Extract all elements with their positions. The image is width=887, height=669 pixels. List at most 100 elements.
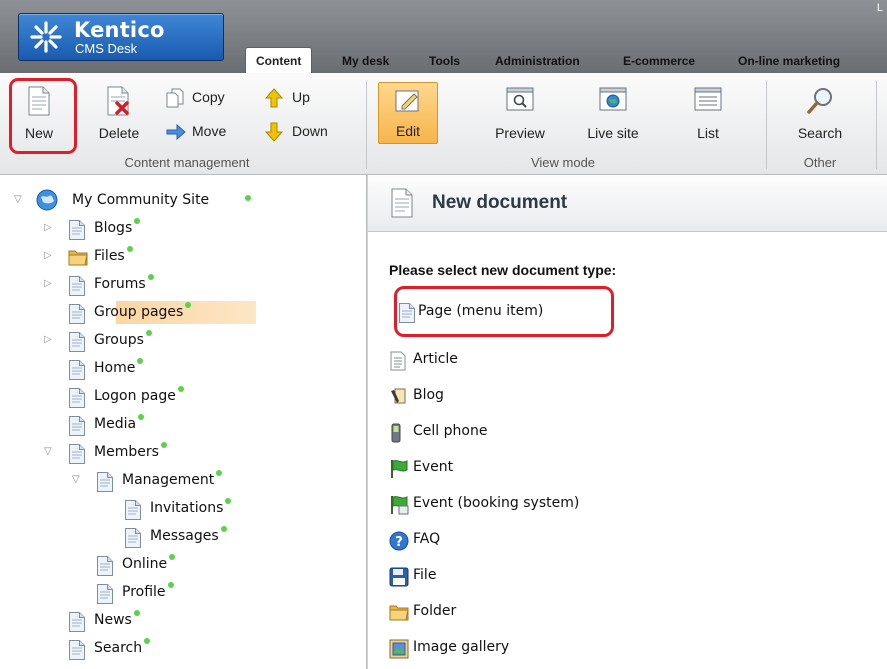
- status-dot: [147, 274, 154, 280]
- preview-icon: [506, 87, 534, 111]
- status-dot: [144, 638, 151, 644]
- live-site-mode-button[interactable]: Live site: [576, 81, 650, 145]
- list-icon: [694, 87, 722, 111]
- tab-on-line-marketing[interactable]: On-line marketing: [738, 49, 840, 73]
- expand-arrow-icon[interactable]: ▷: [44, 278, 52, 289]
- tree-node-label: Invitations: [150, 497, 232, 519]
- panel-title: New document: [432, 192, 568, 213]
- tree-node-label: Group pages: [94, 301, 192, 323]
- arrow-down-icon: [265, 122, 283, 142]
- new-button-highlight: [9, 78, 77, 154]
- top-bar: Kentico CMS Desk L Content My desk Tools…: [0, 0, 887, 75]
- doc-type-label: File: [413, 567, 437, 583]
- status-dot: [133, 610, 140, 616]
- tab-e-commerce[interactable]: E-commerce: [623, 49, 695, 73]
- page-icon: [96, 584, 114, 611]
- arrow-up-icon: [265, 88, 283, 108]
- live-site-label: Live site: [587, 125, 639, 141]
- page-icon: [68, 304, 86, 331]
- page-icon: [124, 500, 142, 527]
- tree-node-label: Logon page: [94, 385, 184, 407]
- list-mode-button[interactable]: List: [680, 81, 736, 145]
- tree-node-label: Groups: [94, 329, 152, 351]
- page-icon: [68, 220, 86, 247]
- collapse-arrow-icon[interactable]: ▽: [44, 446, 52, 457]
- list-label: List: [697, 125, 719, 141]
- corner-link[interactable]: L: [877, 2, 883, 14]
- tab-administration[interactable]: Administration: [495, 49, 580, 73]
- tree-node-label: Management: [122, 469, 223, 491]
- preview-mode-button[interactable]: Preview: [486, 81, 554, 145]
- status-dot: [245, 195, 251, 201]
- tree-node-label: Search: [94, 637, 151, 659]
- up-button[interactable]: Up: [265, 86, 325, 108]
- tree-node-label: Online: [122, 553, 176, 575]
- page-icon: [124, 528, 142, 555]
- page-icon: [68, 360, 86, 387]
- content-management-group-label: Content management: [124, 155, 250, 170]
- tree-node-label: Files: [94, 245, 133, 267]
- tree-node-label: News: [94, 609, 140, 631]
- ribbon-toolbar: New Delete Copy Move Up Down Content man…: [0, 73, 887, 175]
- doc-type-label: FAQ: [413, 531, 441, 547]
- globe-icon: [36, 189, 58, 211]
- up-label: Up: [292, 89, 310, 105]
- page-icon: [68, 332, 86, 359]
- tree-node-label: My Community Site: [72, 192, 210, 208]
- page-icon: [96, 472, 114, 499]
- edit-mode-button[interactable]: Edit: [378, 82, 438, 144]
- page-menu-item-highlight: [394, 286, 614, 337]
- edit-icon: [395, 90, 419, 112]
- status-dot: [137, 358, 144, 364]
- page-icon: [96, 556, 114, 583]
- search-label: Search: [797, 125, 843, 141]
- edit-label: Edit: [395, 123, 421, 139]
- doc-type-label: Folder: [413, 603, 457, 619]
- doc-type-label: Blog: [413, 387, 444, 403]
- doc-type-label: Event (booking system): [413, 495, 580, 511]
- search-button[interactable]: Search: [786, 81, 854, 145]
- doc-type-label: Image gallery: [413, 639, 510, 655]
- down-label: Down: [292, 123, 328, 139]
- page-icon: [68, 640, 86, 667]
- move-label: Move: [192, 123, 227, 139]
- status-dot: [138, 414, 145, 420]
- tab-tools[interactable]: Tools: [429, 49, 460, 73]
- move-icon: [166, 123, 186, 141]
- status-dot: [177, 386, 184, 392]
- status-dot: [216, 470, 223, 476]
- brand-subtitle: CMS Desk: [75, 41, 138, 56]
- status-dot: [225, 498, 232, 504]
- folder-icon: [68, 248, 88, 273]
- kentico-logo[interactable]: Kentico CMS Desk: [18, 13, 224, 61]
- copy-button[interactable]: Copy: [165, 86, 235, 108]
- tab-content[interactable]: Content: [245, 47, 313, 75]
- doc-type-label: Article: [413, 351, 458, 367]
- svg-text:?: ?: [395, 535, 403, 550]
- collapse-arrow-icon[interactable]: ▽: [14, 194, 22, 205]
- status-dot: [145, 330, 152, 336]
- content-tree: [0, 175, 367, 669]
- new-document-panel: New document Please select new document …: [367, 175, 887, 669]
- move-button[interactable]: Move: [165, 120, 235, 142]
- page-icon: [68, 276, 86, 303]
- view-mode-group-label: View mode: [530, 155, 596, 170]
- down-button[interactable]: Down: [265, 120, 341, 142]
- document-icon: [391, 188, 413, 218]
- tab-my-desk[interactable]: My desk: [342, 49, 389, 73]
- status-dot: [220, 526, 227, 532]
- tree-node-label: Members: [94, 441, 167, 463]
- collapse-arrow-icon[interactable]: ▽: [72, 474, 80, 485]
- tree-node-label: Home: [94, 357, 144, 379]
- kentico-logo-icon: [30, 21, 62, 53]
- delete-button[interactable]: Delete: [89, 81, 149, 145]
- expand-arrow-icon[interactable]: ▷: [44, 222, 52, 233]
- tree-node-label: Blogs: [94, 217, 141, 239]
- ribbon-separator: [366, 81, 367, 169]
- status-dot: [167, 582, 174, 588]
- status-dot: [169, 554, 176, 560]
- expand-arrow-icon[interactable]: ▷: [44, 334, 52, 345]
- tree-node-label: Forums: [94, 273, 154, 295]
- delete-button-label: Delete: [98, 125, 140, 141]
- expand-arrow-icon[interactable]: ▷: [44, 250, 52, 261]
